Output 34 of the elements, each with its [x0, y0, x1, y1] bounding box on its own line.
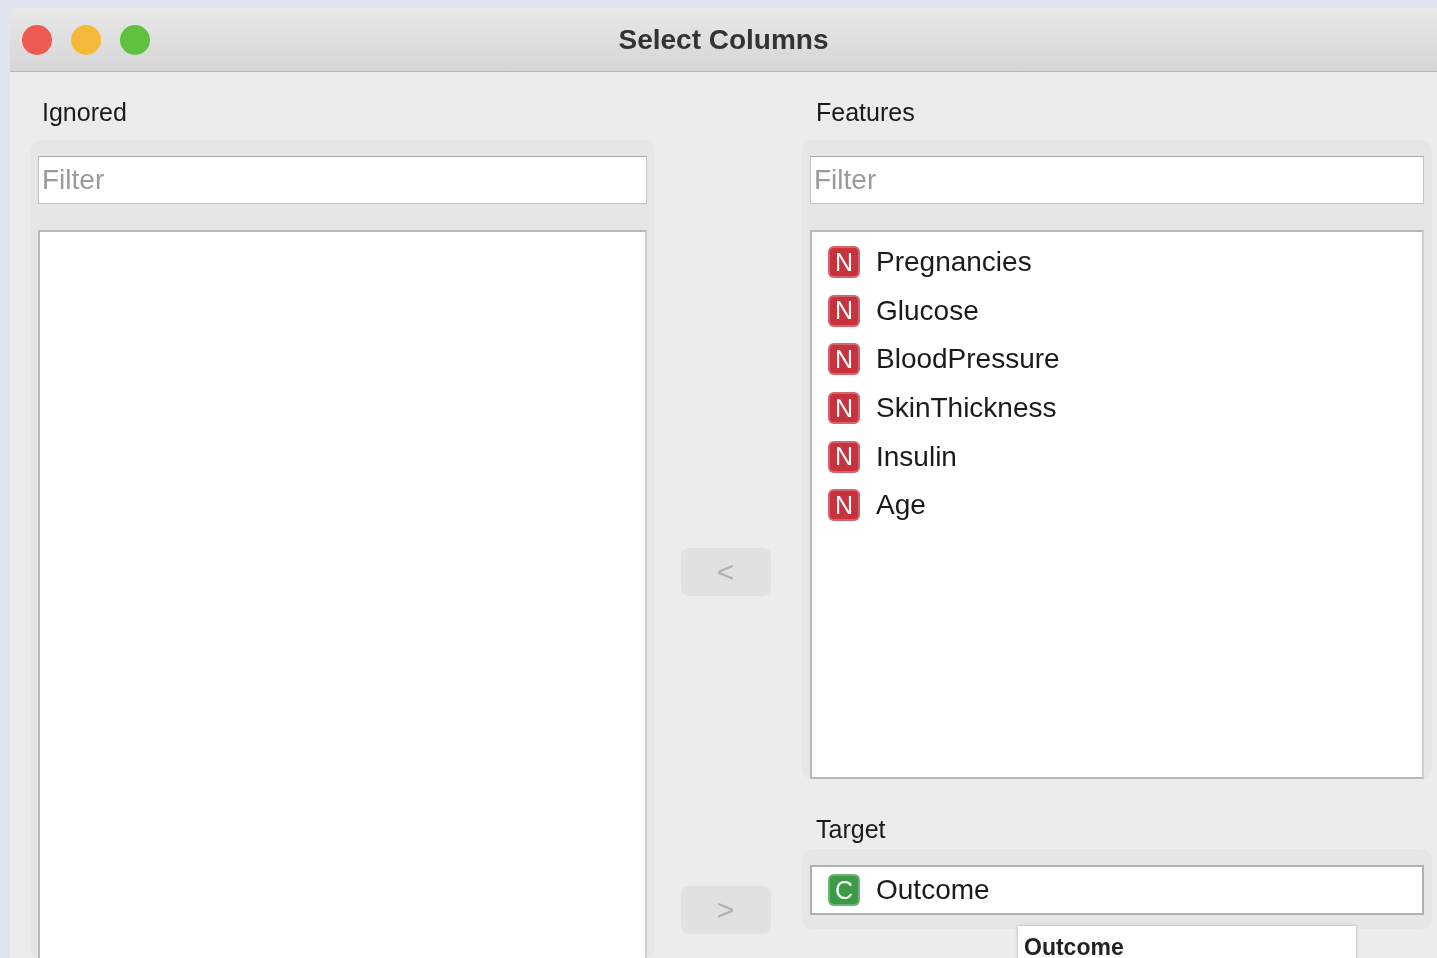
variable-list-item[interactable]: C Outcome — [812, 867, 990, 913]
type-badge: N — [828, 489, 860, 522]
target-field[interactable]: C Outcome — [810, 865, 1424, 915]
variable-name: Age — [876, 489, 926, 522]
variable-name: Insulin — [876, 440, 957, 473]
variable-name: SkinThickness — [876, 392, 1057, 425]
panel-label: Ignored — [41, 98, 128, 128]
type-badge: C — [828, 874, 860, 906]
variable-list-item[interactable]: N Age — [812, 480, 1422, 530]
type-badge: N — [828, 343, 860, 376]
type-badge: N — [828, 246, 860, 279]
type-badge: N — [828, 294, 860, 327]
variable-list[interactable]: N Pregnancies N Glucose N BloodPressure N SkinThickness N Insulin N Age — [810, 230, 1424, 779]
tooltip-text: Outcome — [1024, 934, 1124, 958]
variable-list-item[interactable]: N Insulin — [812, 432, 1422, 481]
panel-label: Features — [815, 98, 916, 128]
panel-label: Target — [815, 815, 887, 845]
variable-list-item[interactable]: N BloodPressure — [812, 335, 1422, 384]
filter-field[interactable]: Filter — [38, 156, 647, 204]
variable-list-item[interactable]: N Glucose — [812, 286, 1422, 336]
zoom-button[interactable] — [120, 24, 150, 55]
variable-list-item[interactable]: N SkinThickness — [812, 383, 1422, 433]
minimize-button[interactable] — [71, 24, 101, 55]
window-title: Select Columns — [618, 23, 829, 55]
filter-field[interactable]: Filter — [810, 156, 1424, 204]
variable-name: BloodPressure — [876, 343, 1060, 376]
variable-name: Pregnancies — [876, 246, 1032, 279]
variable-list[interactable] — [38, 230, 647, 958]
variable-name: Outcome — [876, 874, 990, 906]
variable-name: Glucose — [876, 294, 979, 327]
variable-list-item[interactable]: N Pregnancies — [812, 238, 1422, 287]
close-button[interactable] — [22, 24, 52, 55]
type-badge: N — [828, 392, 860, 425]
type-badge: N — [828, 440, 860, 473]
